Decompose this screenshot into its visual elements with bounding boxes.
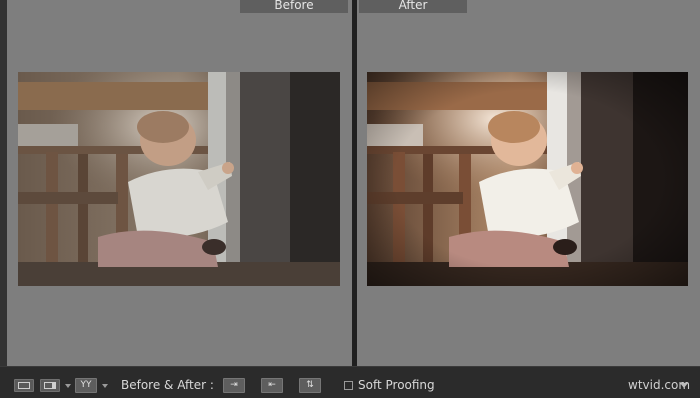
before-pane: Before [7,0,352,366]
copy-settings-reverse-icon: ⇤ [268,380,276,390]
copy-settings-icon: ⇥ [230,380,238,390]
swap-settings-icon: ⇅ [306,380,314,390]
after-pane: After [357,0,700,366]
loupe-view-button[interactable] [14,379,34,392]
before-after-caret-icon[interactable] [102,384,108,388]
left-edge [0,0,7,366]
single-view-icon [18,382,30,389]
bottom-toolbar: YY Before & After : ⇥ ⇤ ⇅ Soft Proofing … [0,366,700,398]
copy-after-to-before-button[interactable]: ⇤ [261,378,283,393]
toolbar-menu-caret-icon[interactable] [680,383,688,388]
survey-view-button[interactable] [40,379,60,392]
baby-photo-before [18,72,340,286]
baby-photo-after [367,72,688,286]
after-photo[interactable] [367,72,688,286]
before-after-yy-button[interactable]: YY [75,378,97,393]
side-by-side-icon [44,382,56,389]
view-options-caret-icon[interactable] [65,384,71,388]
after-label: After [359,0,467,13]
soft-proofing-label[interactable]: Soft Proofing [358,378,435,392]
before-photo[interactable] [18,72,340,286]
copy-before-to-after-button[interactable]: ⇥ [223,378,245,393]
soft-proofing-checkbox[interactable] [344,381,353,390]
yy-view-icon: YY [80,380,92,390]
swap-settings-button[interactable]: ⇅ [299,378,321,393]
before-after-label: Before & After : [121,378,214,392]
before-label: Before [240,0,348,13]
